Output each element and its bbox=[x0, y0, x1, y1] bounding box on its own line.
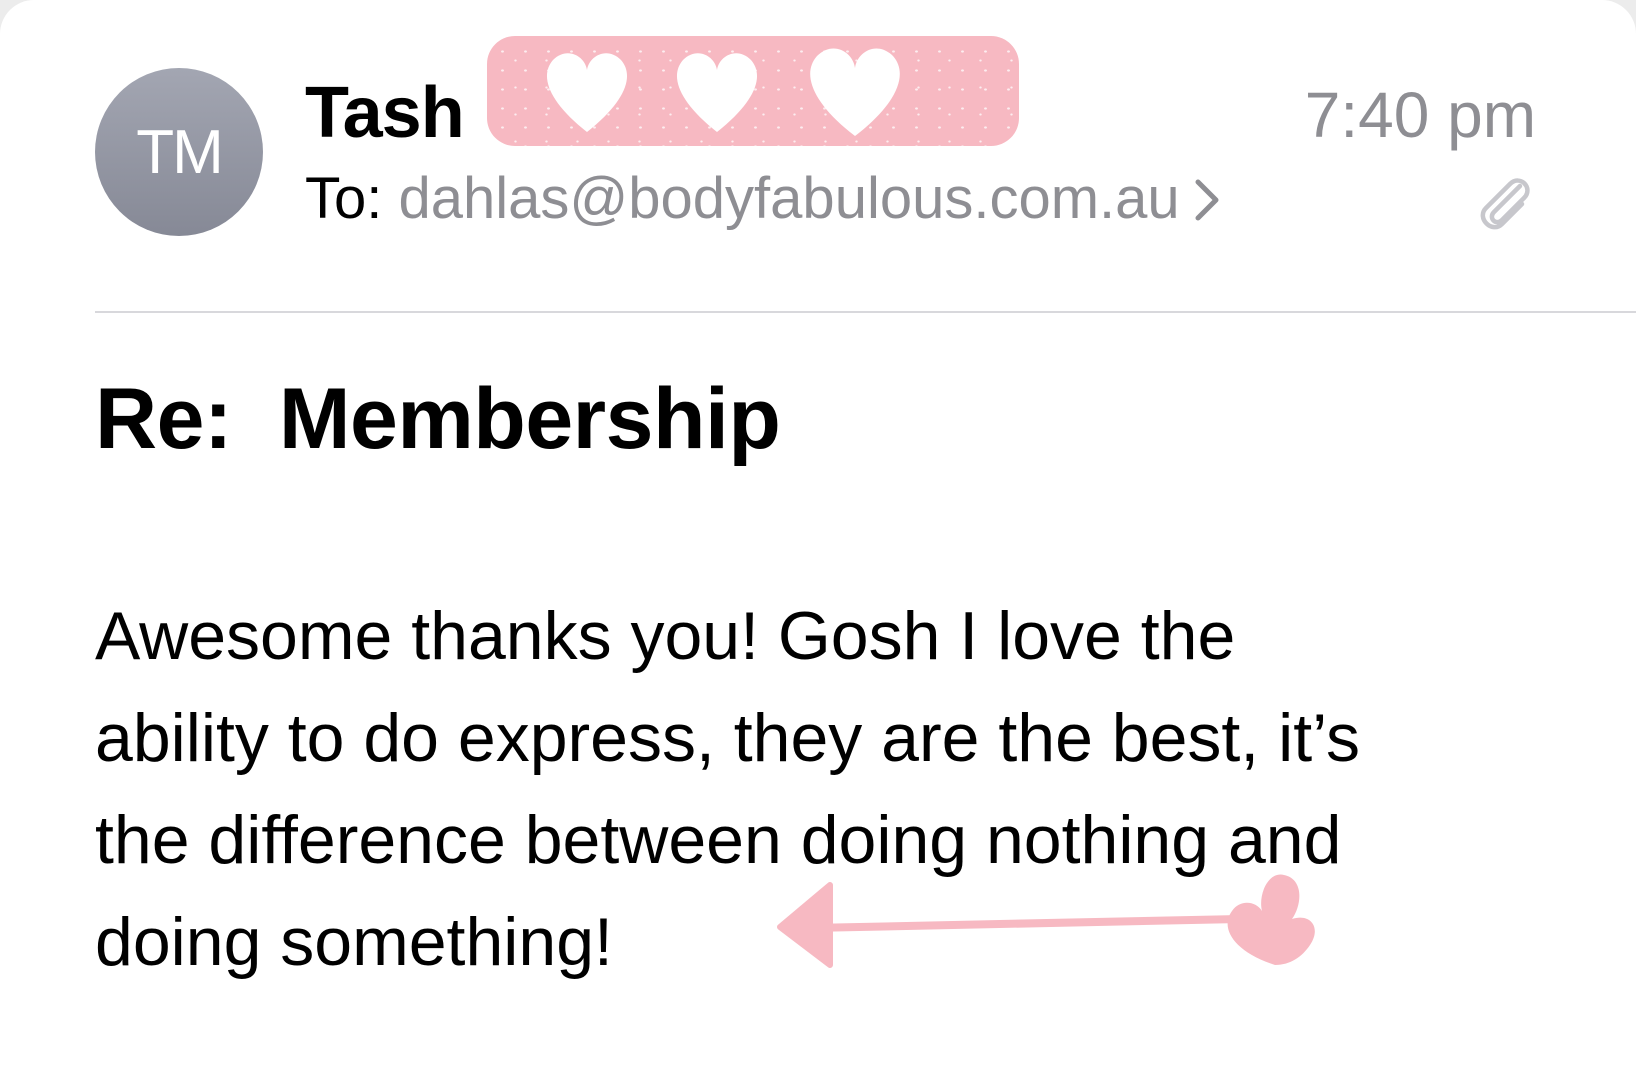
heart-icon bbox=[810, 48, 900, 136]
avatar-initials: TM bbox=[136, 117, 224, 187]
heart-icon bbox=[1227, 874, 1315, 965]
recipient-line[interactable]: To: dahlas@bodyfabulous.com.au bbox=[305, 165, 1220, 232]
email-subject: Re: Membership bbox=[95, 371, 781, 467]
arrow-line bbox=[806, 915, 1244, 932]
sender-avatar[interactable]: TM bbox=[95, 68, 263, 236]
sender-name[interactable]: Tash bbox=[305, 72, 465, 154]
body-line: Awesome thanks you! Gosh I love the bbox=[95, 598, 1236, 674]
redaction-sticker bbox=[487, 36, 1019, 146]
paperclip-icon bbox=[1480, 178, 1530, 230]
body-line: ability to do express, they are the best… bbox=[95, 700, 1360, 776]
sent-time: 7:40 pm bbox=[1304, 79, 1536, 151]
to-label: To: bbox=[305, 166, 399, 231]
heart-icon bbox=[676, 53, 758, 132]
heart-icon bbox=[546, 53, 628, 132]
header-divider bbox=[95, 311, 1636, 313]
recipient-address[interactable]: dahlas@bodyfabulous.com.au bbox=[399, 166, 1180, 231]
heart-stickers bbox=[546, 48, 900, 136]
chevron-right-icon[interactable] bbox=[1194, 178, 1220, 222]
email-view: TM Tash 7:40 pm To: dahlas@bodyfabulous.… bbox=[0, 0, 1636, 1080]
arrow-heart-doodle bbox=[777, 874, 1315, 968]
